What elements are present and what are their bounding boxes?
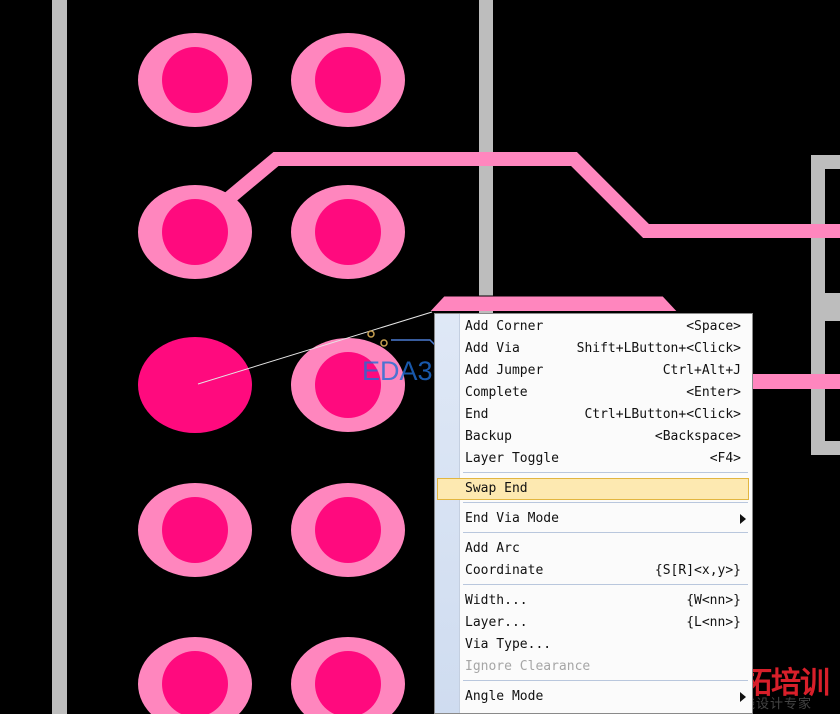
menu-item-shortcut: Ctrl+LButton+<Click> (584, 407, 741, 422)
menu-item-shortcut: {S[R]<x,y>} (654, 563, 741, 578)
pad[interactable] (291, 33, 405, 127)
menu-item-label: Complete (465, 385, 528, 400)
menu-item-layer[interactable]: Layer... {L<nn>} (465, 612, 741, 634)
menu-item-label: Angle Mode (465, 689, 544, 704)
menu-item-label: Add Arc (465, 541, 520, 556)
pad[interactable] (291, 185, 405, 279)
menu-item-shortcut: {W<nn>} (686, 593, 741, 608)
menu-separator (463, 584, 748, 585)
menu-item-shortcut: <Enter> (686, 385, 741, 400)
menu-item-label: End (465, 407, 489, 422)
menu-item-shortcut: <F4> (709, 451, 741, 466)
menu-item-shortcut: {L<nn>} (686, 615, 741, 630)
menu-item-label: Swap End (465, 481, 528, 496)
menu-item-angle-mode[interactable]: Angle Mode (465, 686, 741, 708)
menu-item-label: Backup (465, 429, 512, 444)
pad[interactable] (138, 185, 252, 279)
menu-item-add-corner[interactable]: Add Corner <Space> (465, 316, 741, 338)
context-menu: Add Corner <Space> Add Via Shift+LButton+<C… (434, 313, 753, 714)
menu-item-label: Coordinate (465, 563, 544, 578)
menu-item-shortcut: <Backspace> (654, 429, 741, 444)
pad[interactable] (291, 637, 405, 714)
menu-item-via-type[interactable]: Via Type... (465, 634, 741, 656)
submenu-arrow-icon (740, 514, 746, 524)
pad[interactable] (138, 33, 252, 127)
menu-item-label: End Via Mode (465, 511, 559, 526)
pad[interactable] (138, 483, 252, 577)
menu-item-add-via[interactable]: Add Via Shift+LButton+<Click> (465, 338, 741, 360)
menu-item-label: Layer Toggle (465, 451, 559, 466)
menu-item-coordinate[interactable]: Coordinate {S[R]<x,y>} (465, 560, 741, 582)
menu-item-add-arc[interactable]: Add Arc (465, 538, 741, 560)
menu-separator (463, 532, 748, 533)
menu-item-layer-toggle[interactable]: Layer Toggle <F4> (465, 448, 741, 470)
menu-separator (463, 680, 748, 681)
menu-item-label: Via Type... (465, 637, 552, 652)
pad-selected[interactable] (138, 337, 252, 433)
menu-item-add-jumper[interactable]: Add Jumper Ctrl+Alt+J (465, 360, 741, 382)
active-trace[interactable] (429, 295, 678, 312)
pad[interactable] (138, 637, 252, 714)
menu-item-swap-end[interactable]: Swap End (465, 478, 741, 500)
menu-item-shortcut: Shift+LButton+<Click> (576, 341, 741, 356)
menu-separator (463, 502, 748, 503)
menu-item-end-via-mode[interactable]: End Via Mode (465, 508, 741, 530)
menu-item-end[interactable]: End Ctrl+LButton+<Click> (465, 404, 741, 426)
menu-item-ignore-clearance: Ignore Clearance (465, 656, 741, 678)
menu-item-complete[interactable]: Complete <Enter> (465, 382, 741, 404)
menu-item-backup[interactable]: Backup <Backspace> (465, 426, 741, 448)
keepout-line-left (52, 0, 67, 714)
menu-item-label: Add Corner (465, 319, 544, 334)
menu-separator (463, 472, 748, 473)
menu-item-shortcut: Ctrl+Alt+J (662, 363, 741, 378)
menu-item-width[interactable]: Width... {W<nn>} (465, 590, 741, 612)
pad[interactable] (291, 483, 405, 577)
menu-item-shortcut: <Space> (686, 319, 741, 334)
menu-item-label: Layer... (465, 615, 528, 630)
menu-item-label: Ignore Clearance (465, 659, 591, 674)
submenu-arrow-icon (740, 692, 746, 702)
menu-item-label: Width... (465, 593, 528, 608)
menu-icon-gutter (435, 314, 460, 713)
trace-stub-right[interactable] (750, 374, 840, 389)
menu-item-label: Add Via (465, 341, 520, 356)
menu-item-label: Add Jumper (465, 363, 544, 378)
